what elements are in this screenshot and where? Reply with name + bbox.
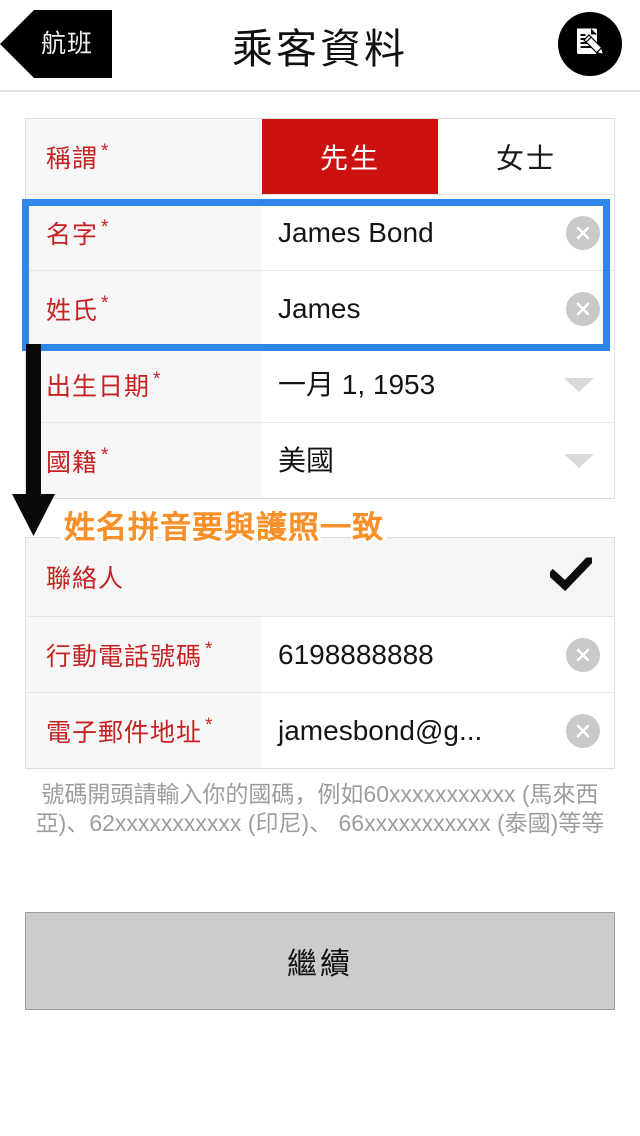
last-name-label-text: 姓氏 bbox=[46, 296, 99, 325]
phone-format-helper-text: 號碼開頭請輸入你的國碼，例如60xxxxxxxxxxx (馬來西亞)、62xxx… bbox=[35, 781, 605, 836]
last-name-input[interactable]: James bbox=[262, 271, 614, 346]
email-address-value: jamesbond@g... bbox=[278, 714, 483, 746]
nationality-label: 國籍 * bbox=[26, 423, 262, 498]
first-name-input[interactable]: James Bond bbox=[262, 195, 614, 270]
first-name-row[interactable]: 名字 * James Bond bbox=[26, 195, 614, 271]
nationality-value: 美國 bbox=[278, 444, 335, 476]
continue-button[interactable]: 繼續 bbox=[25, 912, 615, 1010]
check-icon[interactable] bbox=[547, 554, 595, 597]
document-edit-icon bbox=[571, 25, 609, 63]
date-of-birth-value: 一月 1, 1953 bbox=[278, 368, 436, 400]
salutation-option-mr[interactable]: 先生 bbox=[262, 119, 438, 194]
first-name-label-text: 名字 bbox=[46, 220, 99, 249]
required-asterisk: * bbox=[101, 217, 110, 238]
personal-info-card: 稱謂 * 先生 女士 名字 * James Bond 姓氏 * James 出生… bbox=[25, 118, 615, 499]
date-of-birth-select[interactable]: 一月 1, 1953 bbox=[262, 347, 614, 422]
first-name-label: 名字 * bbox=[26, 195, 262, 270]
date-of-birth-label: 出生日期 * bbox=[26, 347, 262, 422]
date-of-birth-label-text: 出生日期 bbox=[46, 372, 151, 401]
date-of-birth-row[interactable]: 出生日期 * 一月 1, 1953 bbox=[26, 347, 614, 423]
mobile-phone-label: 行動電話號碼 * bbox=[26, 617, 262, 692]
chevron-down-icon[interactable] bbox=[564, 377, 594, 392]
required-asterisk: * bbox=[205, 715, 214, 736]
clear-icon[interactable] bbox=[566, 215, 600, 250]
required-asterisk: * bbox=[101, 293, 110, 314]
required-asterisk: * bbox=[205, 639, 214, 660]
last-name-label: 姓氏 * bbox=[26, 271, 262, 346]
chevron-down-icon[interactable] bbox=[564, 453, 594, 468]
email-address-row[interactable]: 電子郵件地址 * jamesbond@g... bbox=[26, 693, 614, 768]
clear-icon[interactable] bbox=[566, 713, 600, 748]
mobile-phone-input[interactable]: 6198888888 bbox=[262, 617, 614, 692]
mobile-phone-row[interactable]: 行動電話號碼 * 6198888888 bbox=[26, 617, 614, 693]
nationality-select[interactable]: 美國 bbox=[262, 423, 614, 498]
contact-info-card: 聯絡人 行動電話號碼 * 6198888888 電子郵件地址 * jamesbond… bbox=[25, 537, 615, 769]
required-asterisk: * bbox=[101, 141, 110, 162]
email-address-input[interactable]: jamesbond@g... bbox=[262, 693, 614, 768]
app-header: 航班 乘客資料 bbox=[0, 0, 640, 92]
page-title: 乘客資料 bbox=[232, 26, 408, 72]
document-edit-button[interactable] bbox=[558, 12, 622, 76]
last-name-row[interactable]: 姓氏 * James bbox=[26, 271, 614, 347]
salutation-option-ms[interactable]: 女士 bbox=[438, 119, 614, 194]
contact-person-label: 聯絡人 bbox=[26, 538, 614, 616]
email-address-label: 電子郵件地址 * bbox=[26, 693, 262, 768]
clear-icon[interactable] bbox=[566, 637, 600, 672]
required-asterisk: * bbox=[153, 369, 162, 390]
nationality-row[interactable]: 國籍 * 美國 bbox=[26, 423, 614, 498]
clear-icon[interactable] bbox=[566, 291, 600, 326]
required-asterisk: * bbox=[101, 445, 110, 466]
mobile-phone-value: 6198888888 bbox=[278, 638, 434, 670]
nationality-label-text: 國籍 bbox=[46, 448, 99, 477]
salutation-row: 稱謂 * 先生 女士 bbox=[26, 119, 614, 195]
contact-person-label-text: 聯絡人 bbox=[46, 565, 125, 593]
contact-person-row[interactable]: 聯絡人 bbox=[26, 538, 614, 617]
salutation-label: 稱謂 * bbox=[26, 119, 262, 194]
mobile-phone-label-text: 行動電話號碼 bbox=[46, 642, 203, 671]
first-name-value: James Bond bbox=[278, 216, 434, 248]
last-name-value: James bbox=[278, 292, 361, 324]
salutation-label-text: 稱謂 bbox=[46, 144, 99, 173]
email-address-label-text: 電子郵件地址 bbox=[46, 718, 203, 747]
